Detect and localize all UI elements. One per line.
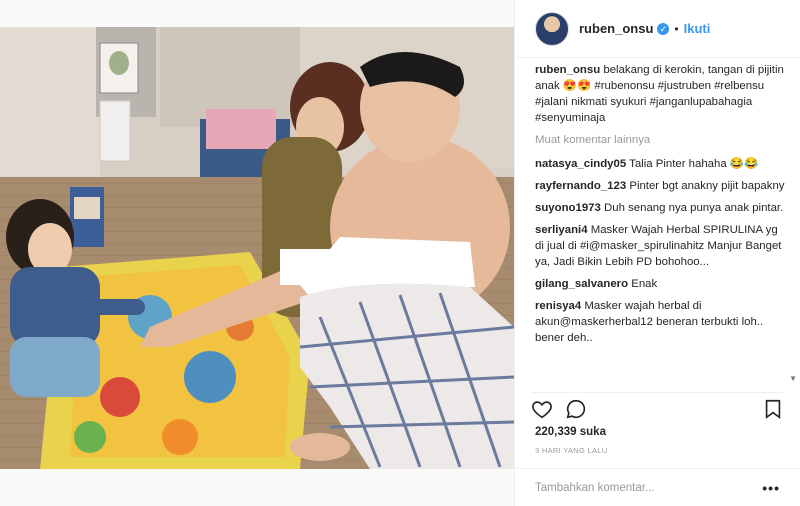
caption-username[interactable]: ruben_onsu: [535, 64, 600, 76]
comment-username[interactable]: renisya4: [535, 300, 581, 312]
comment-item: suyono1973 Duh senang nya punya anak pin…: [535, 200, 788, 216]
verified-badge-icon: ✓: [657, 22, 670, 35]
comments-scrollbar[interactable]: [791, 64, 797, 382]
add-comment-input[interactable]: [535, 481, 763, 494]
comment-bubble-icon[interactable]: [565, 398, 587, 420]
post-author-username[interactable]: ruben_onsu: [579, 21, 653, 36]
likes-count[interactable]: 220,339 suka: [535, 426, 606, 438]
comment-username[interactable]: suyono1973: [535, 202, 601, 214]
header-separator: •: [674, 21, 679, 36]
photo-illustration: [0, 27, 514, 469]
comment-text: Duh senang nya punya anak pintar.: [604, 202, 784, 214]
comment-username[interactable]: serliyani4: [535, 224, 588, 236]
post-media-area: [0, 0, 514, 506]
post-side-panel: ruben_onsu ✓ • Ikuti ruben_onsu belakang…: [514, 0, 800, 506]
scrollbar-thumb[interactable]: [793, 64, 797, 72]
comment-item: renisya4 Masker wajah herbal di akun@mas…: [535, 298, 788, 346]
scroll-down-arrow-icon[interactable]: ▼: [789, 374, 797, 383]
post-actions-bar: [531, 392, 784, 420]
bookmark-icon[interactable]: [762, 398, 784, 420]
comment-text: Talia Pinter hahaha 😂😂: [629, 158, 759, 170]
comment-username[interactable]: gilang_salvanero: [535, 278, 628, 290]
comment-item: natasya_cindy05 Talia Pinter hahaha 😂😂: [535, 156, 788, 172]
more-options-icon[interactable]: •••: [762, 480, 780, 496]
post-header: ruben_onsu ✓ • Ikuti: [515, 0, 800, 58]
comment-text: Enak: [631, 278, 658, 290]
avatar[interactable]: [535, 11, 569, 46]
comment-item: serliyani4 Masker Wajah Herbal SPIRULINA…: [535, 222, 788, 270]
comment-username[interactable]: rayfernando_123: [535, 180, 626, 192]
add-comment-bar: •••: [515, 468, 800, 506]
comment-text: Pinter bgt anakny pijit bapakny: [629, 180, 785, 192]
post-timestamp: 3 HARI YANG LALU: [535, 446, 608, 455]
comment-item: gilang_salvanero Enak: [535, 276, 788, 292]
comment-username[interactable]: natasya_cindy05: [535, 158, 626, 170]
comments-list: ruben_onsu belakang di kerokin, tangan d…: [535, 62, 788, 384]
post-photo[interactable]: [0, 27, 514, 469]
heart-icon[interactable]: [531, 398, 553, 420]
comment-item: rayfernando_123 Pinter bgt anakny pijit …: [535, 178, 788, 194]
follow-button[interactable]: Ikuti: [684, 21, 711, 36]
load-more-comments-button[interactable]: Muat komentar lainnya: [535, 132, 788, 148]
caption: ruben_onsu belakang di kerokin, tangan d…: [535, 62, 788, 126]
